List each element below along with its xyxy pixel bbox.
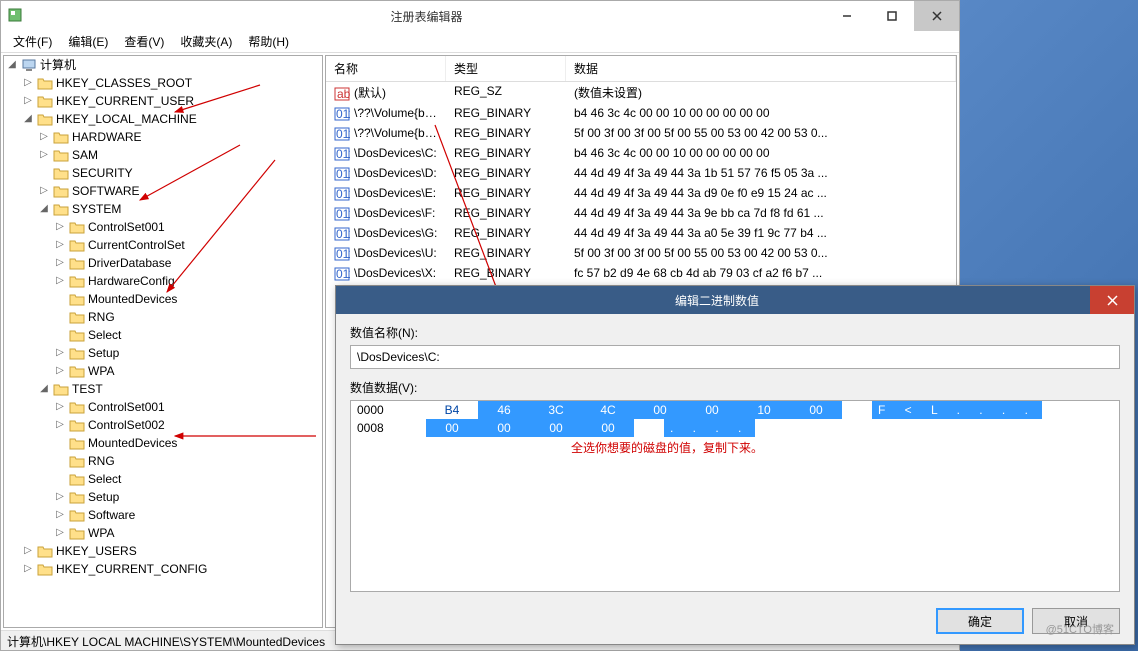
- tree-item[interactable]: ▷Setup: [54, 344, 322, 362]
- menubar: 文件(F) 编辑(E) 查看(V) 收藏夹(A) 帮助(H): [1, 31, 959, 53]
- tree-item[interactable]: ▷HARDWARE: [38, 128, 322, 146]
- svg-text:011: 011: [336, 187, 350, 201]
- value-name-label: 数值名称(N):: [350, 324, 1120, 341]
- tree-item[interactable]: SECURITY: [38, 164, 322, 182]
- list-row[interactable]: 011\DosDevices\D:REG_BINARY44 4d 49 4f 3…: [326, 164, 956, 184]
- tree-item[interactable]: ▷ControlSet001: [54, 398, 322, 416]
- tree-item[interactable]: ▷HKEY_CURRENT_CONFIG: [22, 560, 322, 578]
- svg-text:011: 011: [336, 267, 350, 281]
- tree-root[interactable]: ◢计算机: [6, 56, 322, 74]
- tree-item[interactable]: ▷Setup: [54, 488, 322, 506]
- list-row[interactable]: 011\DosDevices\X:REG_BINARYfc 57 b2 d9 4…: [326, 264, 956, 284]
- tree-item[interactable]: ◢TEST: [38, 380, 322, 398]
- tree-item[interactable]: ◢SYSTEM: [38, 200, 322, 218]
- tree-item[interactable]: RNG: [54, 452, 322, 470]
- tree-pane[interactable]: ◢计算机▷HKEY_CLASSES_ROOT▷HKEY_CURRENT_USER…: [3, 55, 323, 628]
- ok-button[interactable]: 确定: [936, 608, 1024, 634]
- tree-item[interactable]: ▷SAM: [38, 146, 322, 164]
- tree-item[interactable]: MountedDevices: [54, 434, 322, 452]
- edit-binary-dialog: 编辑二进制数值 数值名称(N): \DosDevices\C: 数值数据(V):…: [335, 285, 1135, 645]
- tree-item[interactable]: RNG: [54, 308, 322, 326]
- tree-item[interactable]: ▷HKEY_USERS: [22, 542, 322, 560]
- svg-text:011: 011: [336, 227, 350, 241]
- dialog-close-button[interactable]: [1090, 286, 1134, 314]
- titlebar: 注册表编辑器: [1, 1, 959, 31]
- list-row[interactable]: 011\DosDevices\E:REG_BINARY44 4d 49 4f 3…: [326, 184, 956, 204]
- hex-editor[interactable]: 0000B4463C4C00001000F < L . . . .0008000…: [350, 400, 1120, 592]
- tree-item[interactable]: ◢HKEY_LOCAL_MACHINE: [22, 110, 322, 128]
- list-header: 名称 类型 数据: [326, 56, 956, 82]
- close-button[interactable]: [914, 1, 959, 31]
- col-type[interactable]: 类型: [446, 56, 566, 81]
- tree-item[interactable]: ▷HardwareConfig: [54, 272, 322, 290]
- tree-item[interactable]: MountedDevices: [54, 290, 322, 308]
- tree-item[interactable]: ▷SOFTWARE: [38, 182, 322, 200]
- tree-item[interactable]: ▷DriverDatabase: [54, 254, 322, 272]
- tree-item[interactable]: ▷ControlSet001: [54, 218, 322, 236]
- list-row[interactable]: ab(默认)REG_SZ(数值未设置): [326, 82, 956, 104]
- svg-text:011: 011: [336, 167, 350, 181]
- tree-item[interactable]: ▷WPA: [54, 524, 322, 542]
- svg-text:ab: ab: [337, 87, 350, 101]
- tree-item[interactable]: ▷ControlSet002: [54, 416, 322, 434]
- menu-view[interactable]: 查看(V): [116, 31, 172, 52]
- dialog-titlebar: 编辑二进制数值: [336, 286, 1134, 314]
- tree-item[interactable]: ▷WPA: [54, 362, 322, 380]
- menu-file[interactable]: 文件(F): [5, 31, 60, 52]
- value-name-field[interactable]: \DosDevices\C:: [350, 345, 1120, 369]
- svg-text:011: 011: [336, 147, 350, 161]
- tree-item[interactable]: ▷HKEY_CLASSES_ROOT: [22, 74, 322, 92]
- menu-edit[interactable]: 编辑(E): [60, 31, 116, 52]
- value-data-label: 数值数据(V):: [350, 379, 1120, 396]
- col-name[interactable]: 名称: [326, 56, 446, 81]
- col-data[interactable]: 数据: [566, 56, 956, 81]
- list-row[interactable]: 011\DosDevices\C:REG_BINARYb4 46 3c 4c 0…: [326, 144, 956, 164]
- list-row[interactable]: 011\DosDevices\G:REG_BINARY44 4d 49 4f 3…: [326, 224, 956, 244]
- app-icon: [7, 7, 23, 26]
- maximize-button[interactable]: [869, 1, 914, 31]
- menu-help[interactable]: 帮助(H): [240, 31, 297, 52]
- tree-item[interactable]: Select: [54, 326, 322, 344]
- svg-text:011: 011: [336, 207, 350, 221]
- list-row[interactable]: 011\DosDevices\U:REG_BINARY5f 00 3f 00 3…: [326, 244, 956, 264]
- window-title: 注册表编辑器: [29, 8, 824, 25]
- list-row[interactable]: 011\??\Volume{bf...REG_BINARYb4 46 3c 4c…: [326, 104, 956, 124]
- list-row[interactable]: 011\DosDevices\F:REG_BINARY44 4d 49 4f 3…: [326, 204, 956, 224]
- dialog-title: 编辑二进制数值: [344, 292, 1090, 309]
- tree-item[interactable]: Select: [54, 470, 322, 488]
- svg-text:011: 011: [336, 127, 350, 141]
- svg-text:011: 011: [336, 247, 350, 261]
- tree-item[interactable]: ▷CurrentControlSet: [54, 236, 322, 254]
- watermark: @51CTO博客: [1046, 621, 1114, 637]
- menu-fav[interactable]: 收藏夹(A): [172, 31, 240, 52]
- annotation-note: 全选你想要的磁盘的值，复制下来。: [351, 437, 1119, 456]
- minimize-button[interactable]: [824, 1, 869, 31]
- list-row[interactable]: 011\??\Volume{bf...REG_BINARY5f 00 3f 00…: [326, 124, 956, 144]
- tree-item[interactable]: ▷HKEY_CURRENT_USER: [22, 92, 322, 110]
- svg-text:011: 011: [336, 107, 350, 121]
- tree-item[interactable]: ▷Software: [54, 506, 322, 524]
